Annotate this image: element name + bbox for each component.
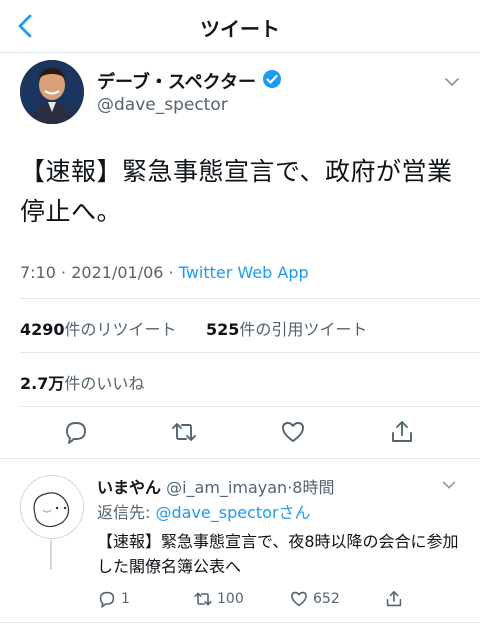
meta-separator: · xyxy=(61,263,67,282)
chevron-down-icon[interactable] xyxy=(440,476,458,494)
replying-to-mention[interactable]: @dave_spector xyxy=(155,503,278,522)
chevron-down-icon[interactable] xyxy=(442,72,462,92)
source-app-link[interactable]: Twitter Web App xyxy=(179,263,309,282)
share-icon[interactable] xyxy=(388,418,416,446)
reply-share-button[interactable] xyxy=(384,589,404,609)
like-heart-icon[interactable] xyxy=(279,418,307,446)
verified-badge-icon xyxy=(263,70,281,88)
retweets-stat[interactable]: 4290件のリツイート xyxy=(20,316,177,340)
reply-author-name[interactable]: いまやん xyxy=(97,478,161,497)
tweet-date: 2021/01/06 xyxy=(71,263,164,282)
quotes-label: 件の引用ツイート xyxy=(239,320,368,339)
reply-time: ·8時間 xyxy=(287,478,335,497)
replying-to: 返信先: @dave_spectorさん xyxy=(97,499,311,523)
like-count: 652 xyxy=(313,591,340,607)
reply-text: 【速報】緊急事態宣言で、夜8時以降の会合に参加した閣僚名簿公表へ xyxy=(97,532,459,576)
author-handle[interactable]: @dave_spector xyxy=(97,95,228,115)
share-icon xyxy=(386,591,402,607)
avatar-image xyxy=(20,60,84,124)
retweet-icon xyxy=(194,592,212,606)
retweet-icon[interactable] xyxy=(170,418,198,446)
reply-avatar-image xyxy=(21,476,83,538)
reply-retweet-button[interactable]: 100 xyxy=(193,589,244,609)
divider xyxy=(20,352,480,353)
divider xyxy=(0,458,480,459)
divider xyxy=(20,406,480,407)
tweet-meta: 7:10 · 2021/01/06 · Twitter Web App xyxy=(20,263,309,282)
reply-icon[interactable] xyxy=(62,418,90,446)
replying-to-suffix: さん xyxy=(278,503,311,522)
reply-author-handle[interactable]: @i_am_imayan xyxy=(166,478,287,497)
meta-separator: · xyxy=(168,263,174,282)
tweet-text: 【速報】緊急事態宣言で、政府が営業停止へ。 xyxy=(20,157,453,226)
retweet-count: 100 xyxy=(217,591,244,607)
reply-icon xyxy=(99,591,115,608)
likes-count: 2.7万 xyxy=(20,374,65,393)
reply-header: いまやん @i_am_imayan·8時間 xyxy=(97,474,334,498)
avatar[interactable] xyxy=(20,60,84,124)
quotes-stat[interactable]: 525件の引用ツイート xyxy=(206,316,367,340)
reply-like-button[interactable]: 652 xyxy=(289,589,340,609)
likes-label: 件のいいね xyxy=(64,374,145,393)
page-title: ツイート xyxy=(200,17,280,41)
retweets-label: 件のリツイート xyxy=(64,320,177,339)
like-heart-icon xyxy=(291,591,307,607)
retweets-count: 4290 xyxy=(20,320,65,339)
thread-line xyxy=(50,540,52,570)
divider xyxy=(20,298,480,299)
reply-reply-button[interactable]: 1 xyxy=(97,589,130,609)
author-name[interactable]: デーブ・スペクター xyxy=(97,68,256,94)
tweet-time: 7:10 xyxy=(20,263,56,282)
reply-count: 1 xyxy=(121,591,130,607)
divider xyxy=(0,622,480,623)
replying-to-prefix: 返信先: xyxy=(97,503,156,522)
reply-avatar[interactable] xyxy=(20,475,84,539)
quotes-count: 525 xyxy=(206,320,240,339)
likes-stat[interactable]: 2.7万件のいいね xyxy=(20,370,144,394)
